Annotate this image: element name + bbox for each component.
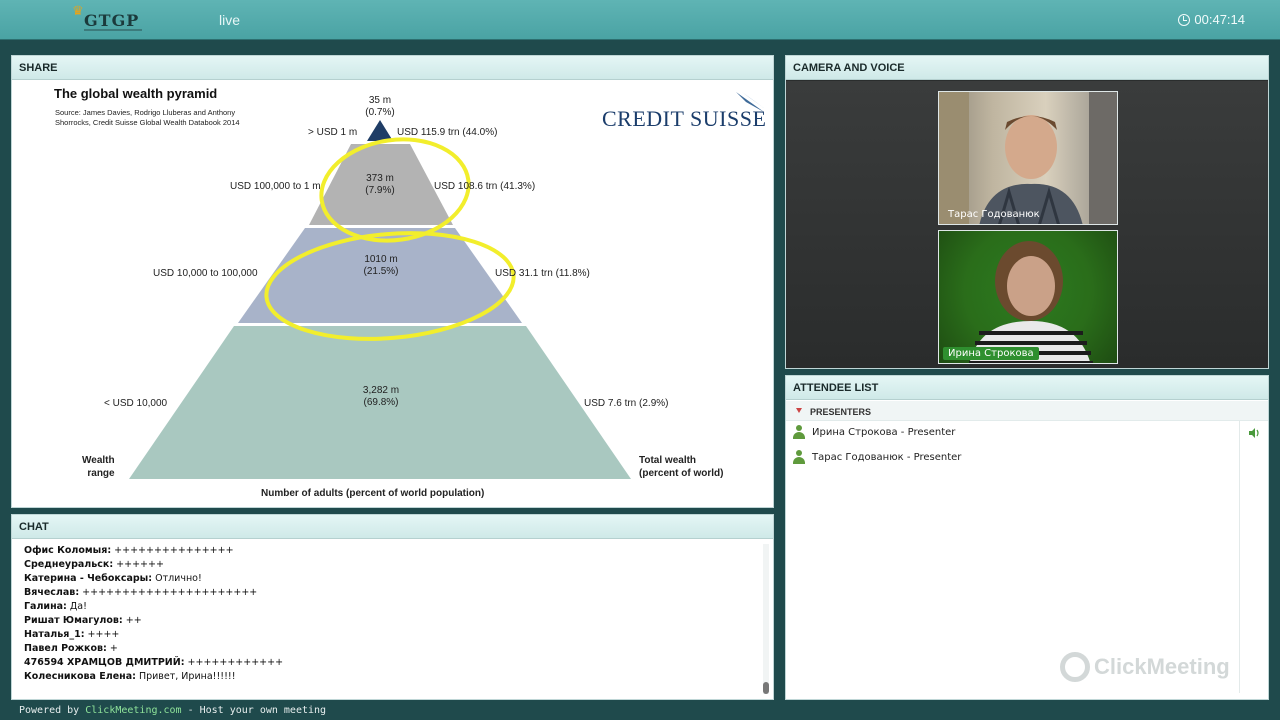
tier-1-wealth: USD 115.9 trn (44.0%): [397, 127, 498, 138]
presentation-slide[interactable]: The global wealth pyramid Source: James …: [14, 82, 771, 506]
chat-message: Катерина - Чебоксары: Отлично!: [24, 573, 202, 584]
slide-source: Source: James Davies, Rodrigo Lluberas a…: [55, 108, 240, 127]
tier-3-adults: 1010 m (21.5%): [363, 254, 399, 277]
camera-area: Тарас Годованюк Ирина Строкова: [786, 81, 1268, 368]
tier-4-range: < USD 10,000: [104, 398, 168, 409]
chat-message: Наталья_1: ++++: [24, 629, 120, 640]
tier-2-range: USD 100,000 to 1 m: [230, 181, 321, 192]
chat-panel-header: CHAT: [12, 515, 773, 539]
tier-4-adults: 3,282 m (69.8%): [362, 385, 400, 408]
logo-tagline-bar: [84, 29, 142, 31]
top-bar: ♛ GTGP live 00:47:14: [0, 0, 1280, 40]
attendee-name: Ирина Строкова - Presenter: [812, 426, 956, 438]
footer-prefix: Powered by: [19, 705, 86, 716]
camera-panel-header: CAMERA AND VOICE: [786, 56, 1268, 80]
attendee-panel-header: ATTENDEE LIST: [786, 376, 1268, 400]
presenters-group-label: PRESENTERS: [810, 407, 872, 417]
chat-message: Колесникова Елена: Привет, Ирина!!!!!!: [24, 671, 236, 682]
clickmeeting-watermark: ClickMeeting: [1060, 652, 1230, 682]
tier-3-range: USD 10,000 to 100,000: [153, 268, 258, 279]
bottom-axis-label: Number of adults (percent of world popul…: [261, 488, 485, 499]
credit-suisse-sails-icon: [736, 92, 764, 112]
share-panel: SHARE The global wealth pyramid Source: …: [11, 55, 774, 508]
chat-message: 476594 ХРАМЦОВ ДМИТРИЙ: ++++++++++++: [24, 657, 284, 668]
tier-4-wealth: USD 7.6 trn (2.9%): [584, 398, 669, 409]
presenters-group-toggle[interactable]: PRESENTERS: [786, 401, 1268, 421]
attendee-name: Тарас Годованюк - Presenter: [812, 451, 962, 463]
chat-message: Ришат Юмагулов: ++: [24, 615, 142, 626]
video-name-taras: Тарас Годованюк: [948, 209, 1040, 220]
tier-2-adults: 373 m (7.9%): [365, 173, 395, 196]
logo-text: GTGP: [84, 11, 140, 30]
video-name-irina: Ирина Строкова: [943, 347, 1039, 360]
footer-suffix: - Host your own meeting: [181, 705, 327, 716]
chat-message: Офис Коломыя: +++++++++++++++: [24, 545, 234, 556]
collapse-triangle-icon: [796, 408, 802, 413]
clock-icon: [1178, 13, 1191, 26]
left-axis-label: Wealth range: [82, 455, 115, 479]
speaker-icon[interactable]: [1248, 427, 1260, 439]
person-silhouette-icon: [939, 92, 1117, 224]
chat-message: Павел Рожков: +: [24, 643, 118, 654]
clickmeeting-watermark-text: ClickMeeting: [1094, 654, 1230, 679]
chat-scrollbar[interactable]: [763, 544, 769, 694]
footer: Powered by ClickMeeting.com - Host your …: [19, 705, 326, 716]
wealth-pyramid: [129, 120, 631, 479]
clickmeeting-logo-icon: [1060, 652, 1090, 682]
attendee-scrollbar[interactable]: [1239, 421, 1240, 693]
clickmeeting-link[interactable]: ClickMeeting.com: [85, 705, 181, 716]
chat-message: Галина: Да!: [24, 601, 87, 612]
chat-panel: CHAT Офис Коломыя: +++++++++++++++ Средн…: [11, 514, 774, 700]
tier-3-wealth: USD 31.1 trn (11.8%): [495, 268, 590, 279]
timer-text: 00:47:14: [1194, 12, 1245, 27]
live-status: live: [219, 12, 241, 28]
chat-message: Вячеслав: ++++++++++++++++++++++: [24, 587, 258, 598]
tier-2-wealth: USD 108.6 trn (41.3%): [434, 181, 536, 192]
chat-message: Среднеуральск: ++++++: [24, 559, 164, 570]
chat-scroll-thumb[interactable]: [763, 682, 769, 694]
video-feed-taras[interactable]: Тарас Годованюк: [938, 91, 1118, 225]
pyramid-tier-top: [367, 120, 393, 141]
attendee-row[interactable]: Ирина Строкова - Presenter: [792, 422, 1232, 442]
gtgp-logo: ♛ GTGP: [70, 4, 150, 36]
attendee-panel: ATTENDEE LIST PRESENTERS Ирина Строкова …: [785, 375, 1269, 700]
video-feed-irina[interactable]: Ирина Строкова: [938, 230, 1118, 364]
camera-panel: CAMERA AND VOICE Тарас Годованюк Ирина С…: [785, 55, 1269, 369]
slide-title: The global wealth pyramid: [54, 86, 218, 101]
share-panel-header: SHARE: [12, 56, 773, 80]
session-timer: 00:47:14: [1178, 12, 1245, 27]
user-icon: [792, 450, 806, 464]
person-silhouette-icon: [969, 241, 1093, 363]
user-icon: [792, 425, 806, 439]
tier-1-range: > USD 1 m: [308, 127, 358, 138]
chat-messages[interactable]: Офис Коломыя: +++++++++++++++ Среднеурал…: [12, 540, 773, 699]
right-axis-label: Total wealth (percent of world): [639, 455, 724, 479]
attendee-row[interactable]: Тарас Годованюк - Presenter: [792, 447, 1232, 467]
tier-1-adults: 35 m (0.7%): [365, 95, 395, 118]
crown-icon: ♛: [72, 4, 84, 19]
